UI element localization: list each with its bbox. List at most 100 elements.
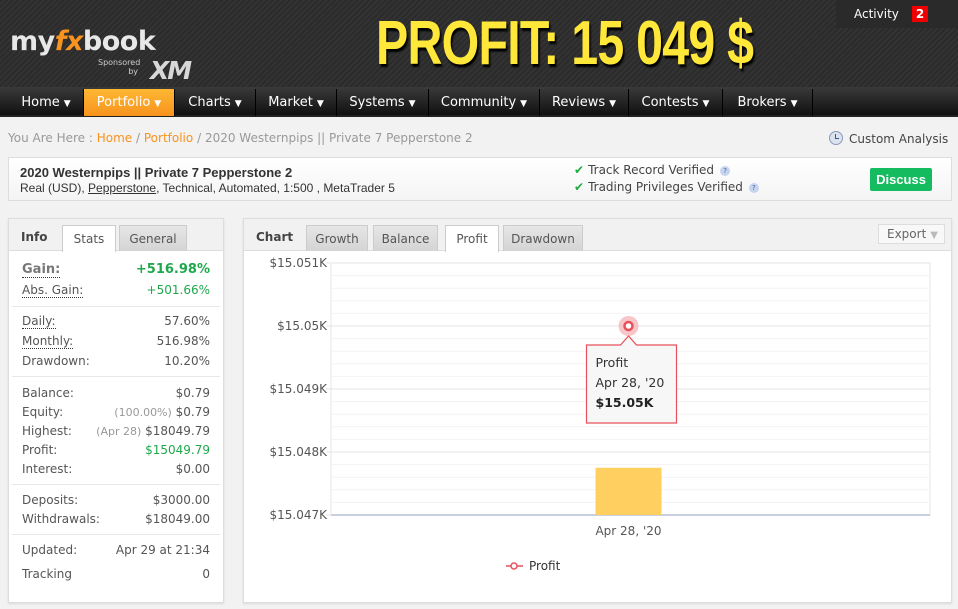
breadcrumb: You Are Here : Home / Portfolio / 2020 W… [8,131,473,145]
caret-down-icon: ▼ [234,99,242,109]
divider [12,306,220,307]
nav-item-reviews[interactable]: Reviews ▼ [540,89,629,116]
stat-label: Deposits: [22,493,79,507]
y-tick-label: $15.048K [270,445,329,459]
nav-item-portfolio[interactable]: Portfolio ▼ [84,89,175,116]
nav-item-label: Market [268,95,313,110]
tab-balance[interactable]: Balance [373,225,438,251]
caret-down-icon: ▼ [316,99,324,109]
help-icon[interactable]: ? [748,183,759,193]
stat-label[interactable]: Daily: [22,314,56,329]
export-dropdown[interactable]: Export ▼ [878,224,945,244]
stat-label: Highest: [22,424,72,438]
breadcrumb-prefix: You Are Here : [8,131,93,145]
checkmark-icon: ✔ [574,163,585,177]
myfxbook-logo[interactable]: myfxbook Sponsored by XM [10,26,192,85]
nav-item-home[interactable]: Home ▼ [9,89,84,116]
divider [12,534,220,535]
stat-label[interactable]: Monthly: [22,334,74,349]
activity-button[interactable]: Activity 2 [836,0,958,28]
stat-label: Profit: [22,443,58,457]
tooltip-value: $15.05K [596,395,655,410]
caret-down-icon: ▼ [702,99,710,109]
caret-down-icon: ▼ [63,99,71,109]
profit-chart: $15.051K $15.05K $15.049K $15.048K $15.047K A… [270,256,931,573]
export-label: Export [887,227,927,241]
activity-count-badge: 2 [912,6,928,22]
xm-logo: XM [150,56,192,85]
site-header: myfxbook Sponsored by XM PROFIT: 15 049 $… [0,0,958,87]
stat-label: Updated: [22,543,78,557]
account-type: Real (USD), [20,181,85,195]
stat-label: Drawdown: [22,354,90,368]
nav-item-market[interactable]: Market ▼ [256,89,337,116]
caret-down-icon: ▼ [609,99,617,109]
breadcrumb-home-link[interactable]: Home [97,131,132,145]
checkmark-icon: ✔ [574,180,585,194]
legend-marker-icon [510,562,518,570]
caret-down-icon: ▼ [520,99,528,109]
nav-item-label: Contests [641,95,699,110]
activity-label: Activity [854,7,899,21]
tab-drawdown[interactable]: Drawdown [503,225,583,251]
nav-item-charts[interactable]: Charts ▼ [175,89,256,116]
stat-value: $15049.79 [145,443,210,457]
data-point-marker[interactable] [623,320,634,332]
broker-link[interactable]: Pepperstone [88,181,156,195]
nav-item-label: Portfolio [96,95,151,110]
breadcrumb-current: 2020 Westernpips || Private 7 Pepperston… [204,131,473,145]
tab-general[interactable]: General [119,225,187,251]
stat-value: +516.98% [135,262,210,277]
nav-item-brokers[interactable]: Brokers ▼ [723,89,813,116]
help-icon[interactable]: ? [720,166,731,176]
account-header: 2020 Westernpips || Private 7 Pepperston… [8,157,952,201]
stat-label: Withdrawals: [22,512,100,526]
stat-value: $0.79 [175,386,210,400]
tab-profit[interactable]: Profit [445,225,499,252]
nav-item-label: Systems [349,95,405,110]
caret-down-icon: ▼ [408,99,416,109]
stat-label[interactable]: Gain: [22,262,61,278]
track-record-verified: ✔ Track Record Verified? [574,163,731,177]
discuss-button[interactable]: Discuss [870,168,932,191]
stat-label: Equity: [22,405,64,419]
highest-date: (Apr 28) [96,425,142,438]
x-tick-label: Apr 28, '20 [595,524,661,538]
profit-banner: PROFIT: 15 049 $ [376,9,754,78]
custom-analysis-link[interactable]: Custom Analysis [829,131,948,146]
breadcrumb-portfolio-link[interactable]: Portfolio [144,131,193,145]
stat-label: Balance: [22,386,74,400]
divider [12,376,220,377]
tab-growth[interactable]: Growth [306,225,368,251]
nav-item-label: Home [21,95,60,110]
account-details: Real (USD), Pepperstone, Technical, Auto… [20,181,395,195]
divider [12,484,220,485]
main-nav: Home ▼ Portfolio ▼ Charts ▼ Market ▼ Systems ▼ Com… [0,87,958,117]
tab-stats[interactable]: Stats [62,225,116,252]
stat-value: 0 [202,567,210,581]
y-tick-label: $15.051K [270,256,329,270]
nav-item-contests[interactable]: Contests ▼ [629,89,723,116]
stat-value: $18049.79 [145,424,210,438]
caret-down-icon: ▼ [154,99,162,109]
breadcrumb-separator: / [135,131,141,145]
chart-tabbar: Chart Growth Balance Profit Drawdown Exp… [244,219,951,252]
stat-label[interactable]: Abs. Gain: [22,283,84,298]
clock-icon [829,131,843,145]
nav-item-community[interactable]: Community ▼ [429,89,540,116]
nav-item-systems[interactable]: Systems ▼ [337,89,429,116]
stat-label: Tracking [22,567,72,581]
logo-book: book [82,26,156,57]
chevron-down-icon: ▼ [930,230,938,241]
stat-value: 516.98% [156,334,210,348]
stat-value: $3000.00 [152,493,210,507]
tooltip-series: Profit [596,355,629,370]
stat-value: Apr 29 at 21:34 [115,543,210,557]
legend-item-profit[interactable]: Profit [529,559,561,573]
nav-item-label: Community [440,95,517,110]
y-tick-label: $15.05K [277,319,328,333]
sponsored-by-label: Sponsored by [98,58,141,76]
stat-value: $0.79 [175,405,210,419]
stat-value: 57.60% [164,314,210,328]
chart-title: Chart [256,230,294,244]
